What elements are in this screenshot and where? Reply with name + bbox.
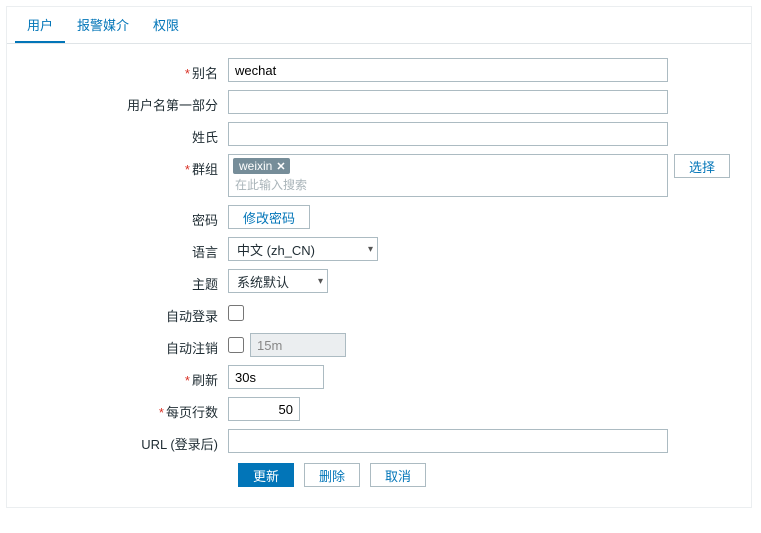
- theme-value: 系统默认: [237, 272, 289, 291]
- language-select[interactable]: 中文 (zh_CN) ▾: [228, 237, 378, 261]
- name-part-input[interactable]: [228, 90, 668, 114]
- auto-login-checkbox[interactable]: [228, 305, 244, 321]
- form-body: *别名 用户名第一部分 姓氏 *群组 weixin ✕ 选择: [7, 44, 751, 507]
- tabs-bar: 用户 报警媒介 权限: [7, 7, 751, 44]
- groups-search-input[interactable]: [233, 176, 663, 194]
- select-groups-button[interactable]: 选择: [674, 154, 730, 178]
- label-surname: 姓氏: [192, 130, 218, 145]
- chevron-down-icon: ▾: [368, 244, 373, 255]
- label-password: 密码: [192, 213, 218, 228]
- user-form-panel: 用户 报警媒介 权限 *别名 用户名第一部分 姓氏 *群组 weixin ✕: [6, 6, 752, 508]
- group-tag: weixin ✕: [233, 158, 290, 174]
- label-url-after: URL (登录后): [141, 437, 218, 452]
- label-alias: 别名: [192, 66, 218, 81]
- label-groups: 群组: [192, 162, 218, 177]
- tab-media[interactable]: 报警媒介: [65, 7, 141, 43]
- theme-select[interactable]: 系统默认 ▾: [228, 269, 328, 293]
- auto-logout-input: [250, 333, 346, 357]
- delete-button[interactable]: 删除: [304, 463, 360, 487]
- action-bar: 更新 删除 取消: [238, 463, 735, 487]
- label-theme: 主题: [192, 277, 218, 292]
- surname-input[interactable]: [228, 122, 668, 146]
- label-auto-login: 自动登录: [166, 309, 218, 324]
- language-value: 中文 (zh_CN): [237, 240, 315, 259]
- update-button[interactable]: 更新: [238, 463, 294, 487]
- label-auto-logout: 自动注销: [166, 341, 218, 356]
- label-rows: 每页行数: [166, 405, 218, 420]
- url-after-input[interactable]: [228, 429, 668, 453]
- rows-input[interactable]: [228, 397, 300, 421]
- groups-tagbox[interactable]: weixin ✕: [228, 154, 668, 197]
- group-tag-remove-icon[interactable]: ✕: [276, 160, 285, 173]
- tab-permissions[interactable]: 权限: [141, 7, 191, 43]
- auto-logout-checkbox[interactable]: [228, 337, 244, 353]
- label-refresh: 刷新: [192, 373, 218, 388]
- chevron-down-icon: ▾: [318, 276, 323, 287]
- cancel-button[interactable]: 取消: [370, 463, 426, 487]
- group-tag-label: weixin: [239, 159, 272, 173]
- label-name-part: 用户名第一部分: [127, 98, 218, 113]
- label-language: 语言: [192, 245, 218, 260]
- alias-input[interactable]: [228, 58, 668, 82]
- tab-user[interactable]: 用户: [15, 7, 65, 43]
- change-password-button[interactable]: 修改密码: [228, 205, 310, 229]
- refresh-input[interactable]: [228, 365, 324, 389]
